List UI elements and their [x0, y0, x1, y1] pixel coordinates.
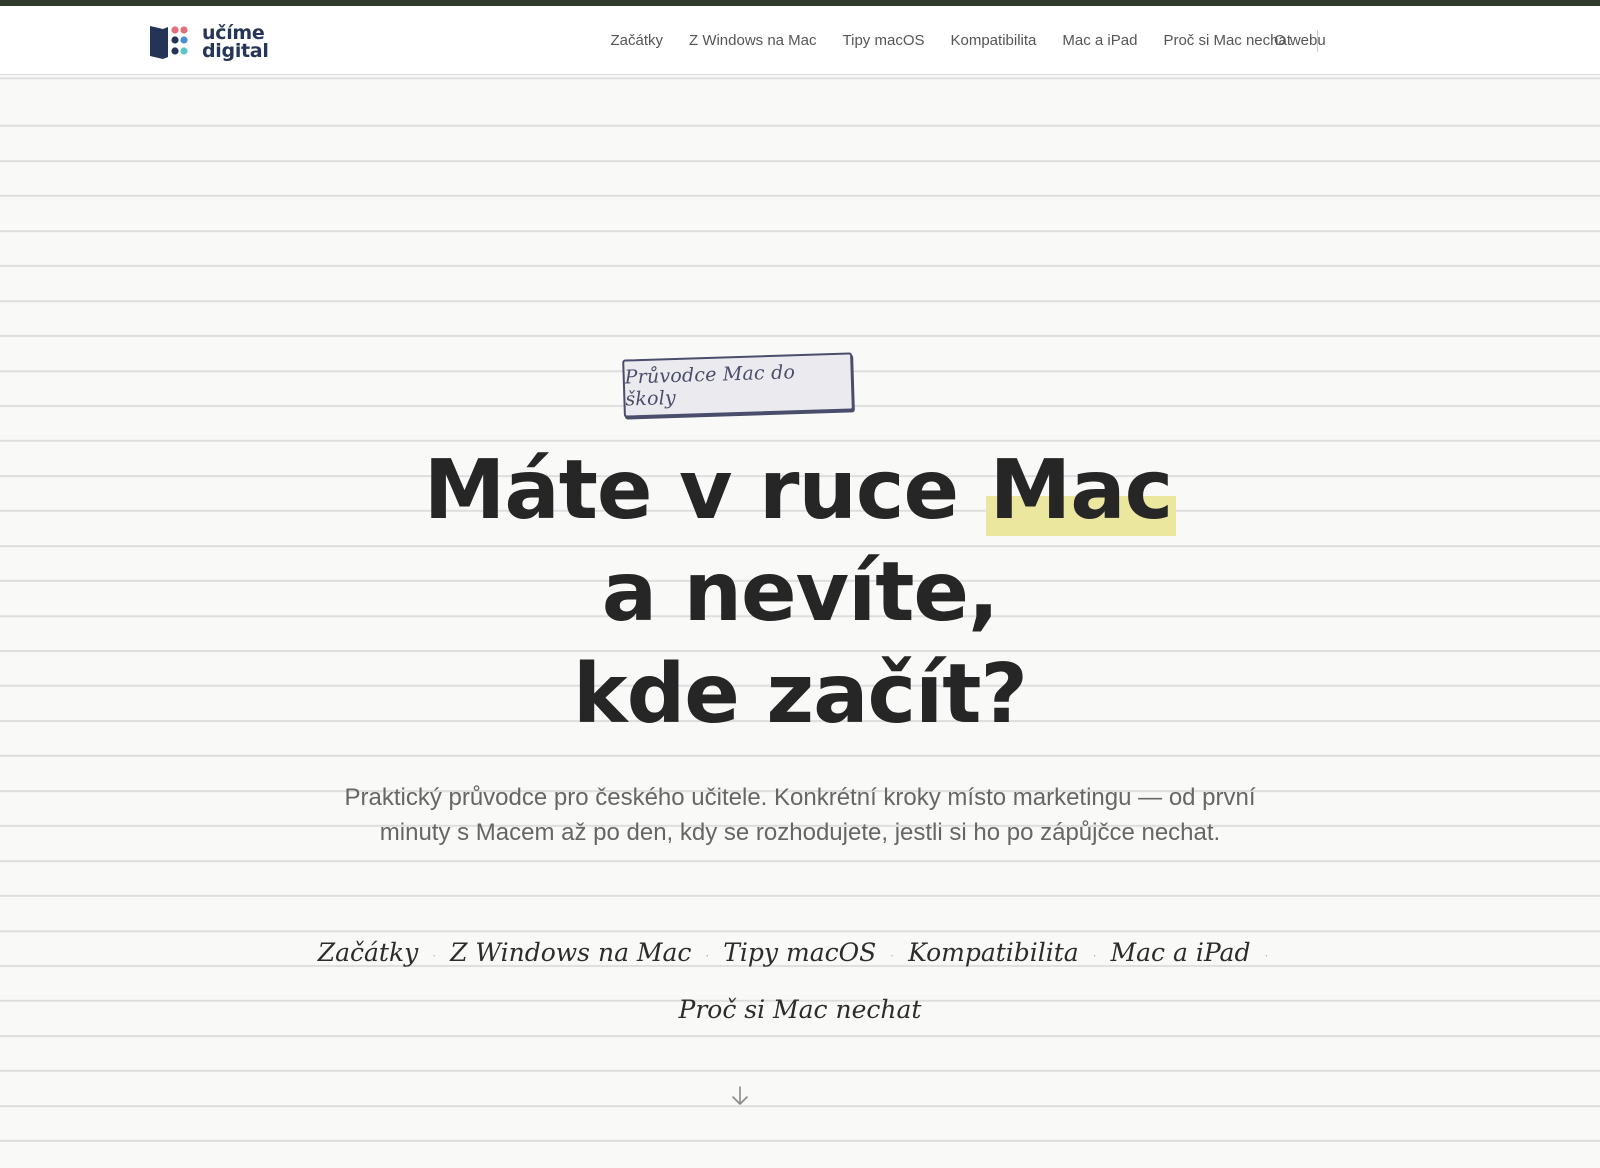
separator-dot: · — [705, 949, 710, 963]
arrow-down-icon[interactable] — [729, 1085, 751, 1107]
hero-title-highlight: Mac — [985, 443, 1177, 538]
hero-title: Máte v ruce Mac a nevíte, kde začít? — [300, 440, 1300, 746]
hero-badge-label: Průvodce Mac do školy — [624, 361, 796, 411]
section-link-mac-a-ipad[interactable]: Mac a iPad — [1111, 938, 1251, 967]
hero-title-line-1: Máte v ruce Mac — [423, 443, 1177, 538]
hero-title-line-2: a nevíte, — [601, 545, 999, 640]
section-link-z-windows-na-mac[interactable]: Z Windows na Mac — [450, 938, 691, 967]
separator-dot: · — [890, 949, 895, 963]
nav-link-zacatky[interactable]: Začátky — [610, 32, 663, 49]
separator-dot: · — [1092, 949, 1097, 963]
separator-dot: · — [1264, 949, 1269, 963]
section-link-kompatibilita[interactable]: Kompatibilita — [908, 938, 1079, 967]
hero-lead-text: Praktický průvodce pro českého učitele. … — [344, 784, 1256, 846]
nav-link-z-windows-na-mac[interactable]: Z Windows na Mac — [689, 32, 817, 49]
site-header: učíme digital Začátky Z Windows na Mac T… — [0, 6, 1600, 75]
separator-dot: · — [432, 949, 437, 963]
section-link-zacatky[interactable]: Začátky — [318, 938, 419, 967]
nav-link-proc-si-mac-nechat[interactable]: Proč si Mac nechat — [1163, 32, 1291, 49]
main-navigation: Začátky Z Windows na Mac Tipy macOS Komp… — [584, 6, 1318, 75]
hero-title-line-3: kde začít? — [573, 647, 1028, 742]
section-link-tipy-macos[interactable]: Tipy macOS — [723, 938, 876, 967]
nav-link-o-webu[interactable]: O webu — [1274, 6, 1326, 75]
logo-wordmark: učíme digital — [202, 24, 269, 62]
section-links: Začátky · Z Windows na Mac · Tipy macOS · Komp… — [300, 926, 1300, 1039]
nav-link-mac-a-ipad[interactable]: Mac a iPad — [1062, 32, 1137, 49]
nav-link-kompatibilita[interactable]: Kompatibilita — [951, 32, 1037, 49]
section-link-proc-si-mac-nechat[interactable]: Proč si Mac nechat — [679, 995, 922, 1024]
logo-book-icon — [150, 26, 188, 59]
logo-line-2: digital — [202, 40, 269, 62]
nav-link-tipy-macos[interactable]: Tipy macOS — [843, 32, 925, 49]
site-logo[interactable]: učíme digital — [150, 22, 269, 62]
hero-badge: Průvodce Mac do školy — [622, 352, 854, 418]
hero-title-line-1-text: Máte v ruce — [423, 443, 959, 538]
